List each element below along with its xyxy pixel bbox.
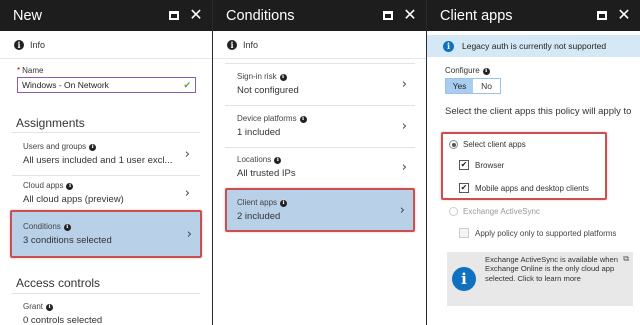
configure-label-text: Configure: [445, 66, 480, 75]
condition-label: Device platforms i: [237, 114, 402, 123]
client-apps-titlebar: Client apps ✕: [427, 0, 640, 31]
conditions-blade: Conditions ✕ i Info Sign-in risk i Not co…: [213, 0, 426, 325]
condition-label: Locations i: [237, 155, 402, 164]
cloud-apps-value: All cloud apps (preview): [23, 194, 124, 205]
apply-supported-platforms-checkbox[interactable]: Apply policy only to supported platforms: [459, 228, 616, 238]
users-label-text: Users and groups: [23, 142, 87, 151]
configure-label: Configure i: [445, 66, 490, 75]
info-link[interactable]: i Info: [0, 31, 212, 59]
highlight-box: [225, 188, 415, 232]
maximize-button[interactable]: [166, 8, 182, 24]
grant-label-text: Grant: [23, 302, 44, 311]
info-icon: i: [227, 39, 237, 50]
radio-label: Exchange ActiveSync: [463, 207, 540, 216]
new-titlebar: New ✕: [0, 0, 212, 31]
checkbox-label: Apply policy only to supported platforms: [475, 228, 617, 238]
info-icon: i: [279, 73, 287, 81]
info-link[interactable]: i Info: [213, 31, 426, 59]
chevron-right-icon: ›: [401, 159, 407, 175]
condition-item-sign-in-risk[interactable]: Sign-in risk i Not configured ›: [225, 64, 415, 104]
chevron-right-icon: ›: [184, 146, 190, 162]
chevron-right-icon: ›: [401, 76, 407, 92]
info-icon: i: [274, 156, 282, 164]
info-icon: i: [443, 40, 454, 52]
info-icon: i: [452, 267, 476, 291]
toggle-no-button[interactable]: No: [473, 79, 500, 93]
conditions-titlebar: Conditions ✕: [213, 0, 426, 31]
divider: [12, 293, 200, 294]
close-icon: ✕: [617, 6, 631, 24]
condition-value: Not configured: [237, 85, 299, 96]
info-icon: i: [89, 143, 97, 151]
info-icon: i: [299, 115, 307, 123]
close-icon: ✕: [403, 6, 417, 24]
close-button[interactable]: ✕: [402, 6, 418, 24]
blade-title: Conditions: [226, 7, 295, 24]
divider: [12, 132, 200, 133]
condition-value: All trusted IPs: [237, 168, 296, 179]
condition-label-text: Sign-in risk: [237, 72, 277, 81]
condition-label: Sign-in risk i: [237, 72, 402, 81]
new-blade: New ✕ i Info * Name Windows - On Network …: [0, 0, 212, 325]
maximize-button[interactable]: [380, 8, 396, 24]
maximize-button[interactable]: [594, 8, 610, 24]
access-controls-heading: Access controls: [16, 276, 101, 290]
info-icon: i: [482, 67, 490, 75]
grant-value: 0 controls selected: [23, 315, 103, 325]
info-icon: i: [14, 39, 24, 50]
close-button[interactable]: ✕: [188, 6, 204, 24]
info-icon: i: [66, 182, 74, 190]
cloud-apps-row[interactable]: Cloud apps i All cloud apps (preview) ›: [12, 176, 200, 210]
chevron-right-icon: ›: [401, 118, 407, 134]
exchange-activesync-radio[interactable]: Exchange ActiveSync: [449, 207, 540, 216]
exchange-info-text: Exchange ActiveSync is available when Ex…: [485, 255, 618, 283]
toggle-yes-button[interactable]: Yes: [446, 79, 473, 93]
checkbox-unchecked: [459, 228, 469, 238]
condition-item-device-platforms[interactable]: Device platforms i 1 included ›: [225, 106, 415, 146]
configure-toggle: Yes No: [445, 78, 501, 94]
blade-title: Client apps: [440, 7, 513, 24]
external-link-icon: ⧉: [623, 254, 629, 263]
chevron-right-icon: ›: [184, 185, 190, 201]
condition-value: 1 included: [237, 127, 281, 138]
users-value: All users included and 1 user excl...: [23, 155, 173, 166]
info-label: Info: [243, 39, 259, 50]
maximize-icon: [383, 11, 393, 20]
cloud-apps-label: Cloud apps i: [23, 181, 185, 190]
check-icon: ✔: [183, 79, 191, 90]
info-label: Info: [30, 39, 46, 50]
name-input-value: Windows - On Network: [22, 80, 109, 90]
assignments-heading: Assignments: [16, 116, 85, 130]
exchange-info-card[interactable]: i Exchange ActiveSync is available when …: [447, 252, 633, 306]
grant-row[interactable]: Grant i 0 controls selected: [12, 297, 200, 325]
radio-unselected: [449, 207, 458, 216]
client-apps-blade: Client apps ✕ i Legacy auth is currently…: [427, 0, 640, 325]
cloud-apps-label-text: Cloud apps: [23, 181, 64, 190]
maximize-icon: [597, 11, 607, 20]
close-icon: ✕: [189, 6, 203, 24]
highlight-box: [10, 210, 202, 258]
condition-label-text: Device platforms: [237, 114, 297, 123]
grant-label: Grant i: [23, 302, 190, 311]
condition-item-locations[interactable]: Locations i All trusted IPs ›: [225, 148, 415, 186]
users-label: Users and groups i: [23, 142, 185, 151]
condition-label-text: Locations: [237, 155, 272, 164]
maximize-icon: [169, 11, 179, 20]
select-client-apps-heading: Select the client apps this policy will …: [445, 106, 632, 117]
legacy-auth-banner: i Legacy auth is currently not supported: [427, 35, 640, 57]
users-and-groups-row[interactable]: Users and groups i All users included and…: [12, 134, 200, 174]
name-label-text: Name: [22, 66, 44, 75]
close-button[interactable]: ✕: [616, 6, 632, 24]
highlight-box: [441, 132, 607, 200]
banner-text: Legacy auth is currently not supported: [462, 41, 607, 51]
info-icon: i: [46, 303, 54, 311]
blade-title: New: [13, 7, 43, 24]
name-input[interactable]: Windows - On Network ✔: [17, 77, 196, 93]
name-field-label: * Name: [17, 66, 44, 75]
